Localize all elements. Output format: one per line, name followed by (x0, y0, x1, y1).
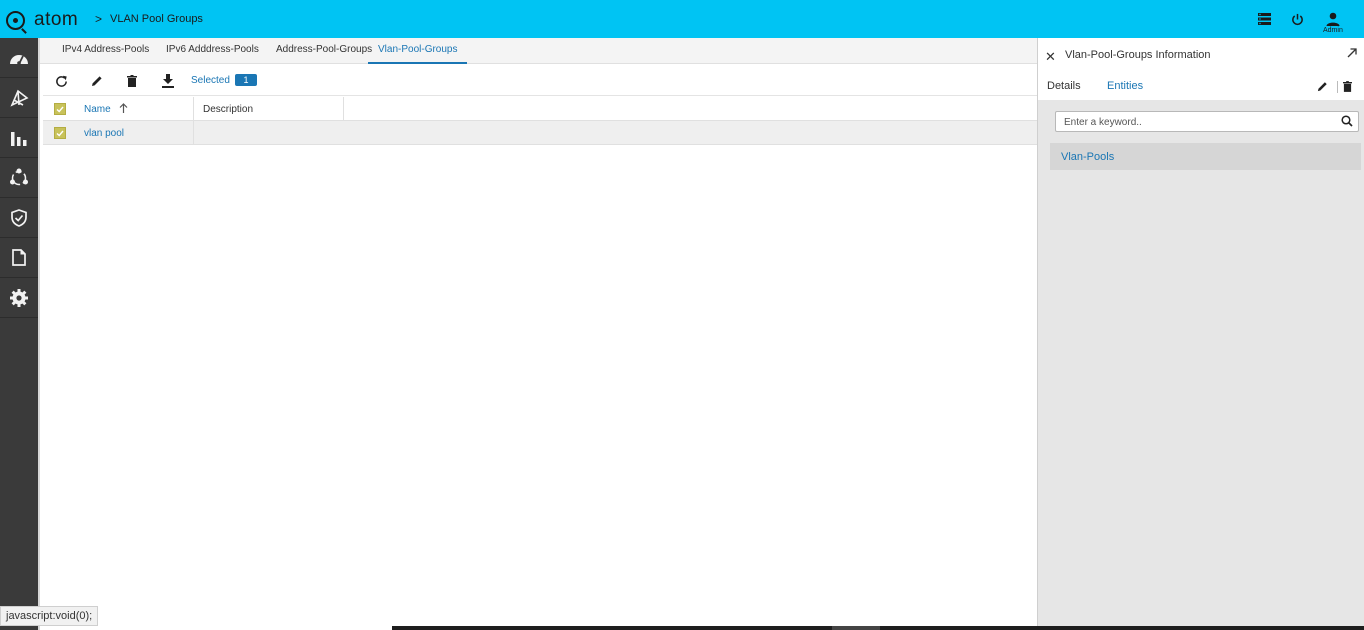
top-bar: atom > VLAN Pool Groups Admin (0, 0, 1364, 38)
delete-icon[interactable] (124, 73, 140, 89)
server-stack-icon[interactable] (1255, 10, 1273, 28)
selected-count-badge: 1 (235, 74, 257, 86)
logo-text: atom (34, 9, 79, 30)
search-icon[interactable] (1341, 115, 1353, 130)
column-header-description[interactable]: Description (203, 104, 253, 115)
sidebar-item-settings[interactable] (0, 278, 38, 318)
entity-label[interactable]: Vlan-Pools (1061, 151, 1114, 163)
edit-icon[interactable] (1317, 81, 1328, 95)
sort-ascending-icon[interactable] (119, 103, 128, 116)
main-content: IPv4 Address-Pools IPv6 Adddress-Pools A… (38, 38, 1039, 630)
row-name-cell[interactable]: vlan pool (84, 128, 124, 139)
select-all-checkbox[interactable] (54, 103, 66, 115)
column-divider[interactable] (343, 97, 344, 121)
panel-title: Vlan-Pool-Groups Information (1065, 49, 1211, 61)
tab-ipv4-address-pools[interactable]: IPv4 Address-Pools (62, 44, 149, 64)
grid-toolbar: Selected 1 (43, 66, 1039, 96)
search-input[interactable] (1064, 115, 1334, 129)
close-icon[interactable]: ✕ (1045, 49, 1056, 65)
column-header-name[interactable]: Name (84, 104, 111, 115)
panel-tab-details[interactable]: Details (1047, 80, 1081, 92)
panel-tab-entities[interactable]: Entities (1107, 80, 1143, 92)
document-icon (12, 249, 26, 266)
entity-item-vlan-pools[interactable]: Vlan-Pools (1050, 143, 1361, 170)
delete-icon[interactable] (1343, 81, 1352, 95)
panel-header: ✕ Vlan-Pool-Groups Information Details E… (1038, 38, 1364, 100)
tab-ipv6-address-pools[interactable]: IPv6 Adddress-Pools (166, 44, 259, 64)
selected-label: Selected (191, 75, 230, 86)
network-icon (10, 168, 28, 186)
gear-icon (10, 288, 28, 307)
power-icon[interactable] (1288, 10, 1306, 28)
user-label: Admin (1323, 27, 1343, 34)
sidebar-item-network[interactable] (0, 158, 38, 198)
row-checkbox[interactable] (54, 127, 66, 139)
sidebar-item-topology[interactable] (0, 78, 38, 118)
column-divider[interactable] (193, 97, 194, 145)
sidebar-item-security[interactable] (0, 198, 38, 238)
refresh-icon[interactable] (53, 73, 69, 89)
sidebar-item-analytics[interactable] (0, 118, 38, 158)
logo-icon (6, 10, 25, 30)
breadcrumb-separator: > (95, 12, 103, 26)
expand-icon[interactable] (1347, 48, 1357, 61)
dashboard-icon (10, 54, 28, 65)
edit-icon[interactable] (89, 73, 105, 89)
tab-bar: IPv4 Address-Pools IPv6 Adddress-Pools A… (40, 38, 1039, 64)
tab-vlan-pool-groups[interactable]: Vlan-Pool-Groups (368, 44, 468, 64)
search-box (1055, 111, 1359, 132)
user-icon[interactable] (1324, 10, 1342, 28)
topology-icon (9, 89, 29, 107)
sidebar (0, 38, 38, 630)
tab-address-pool-groups[interactable]: Address-Pool-Groups (276, 44, 372, 64)
download-icon[interactable] (160, 73, 176, 89)
status-bar: javascript:void(0); (0, 606, 99, 626)
data-grid: Name Description vlan pool (43, 97, 1039, 145)
sidebar-item-documents[interactable] (0, 238, 38, 278)
bar-chart-icon (11, 131, 27, 146)
shield-check-icon (11, 208, 27, 227)
breadcrumb: VLAN Pool Groups (110, 13, 203, 25)
sidebar-item-dashboard[interactable] (0, 38, 38, 78)
info-panel: ✕ Vlan-Pool-Groups Information Details E… (1037, 38, 1364, 630)
taskbar-strip-segment (832, 626, 880, 630)
atom-logo[interactable]: atom (6, 9, 78, 31)
divider (1337, 81, 1338, 93)
